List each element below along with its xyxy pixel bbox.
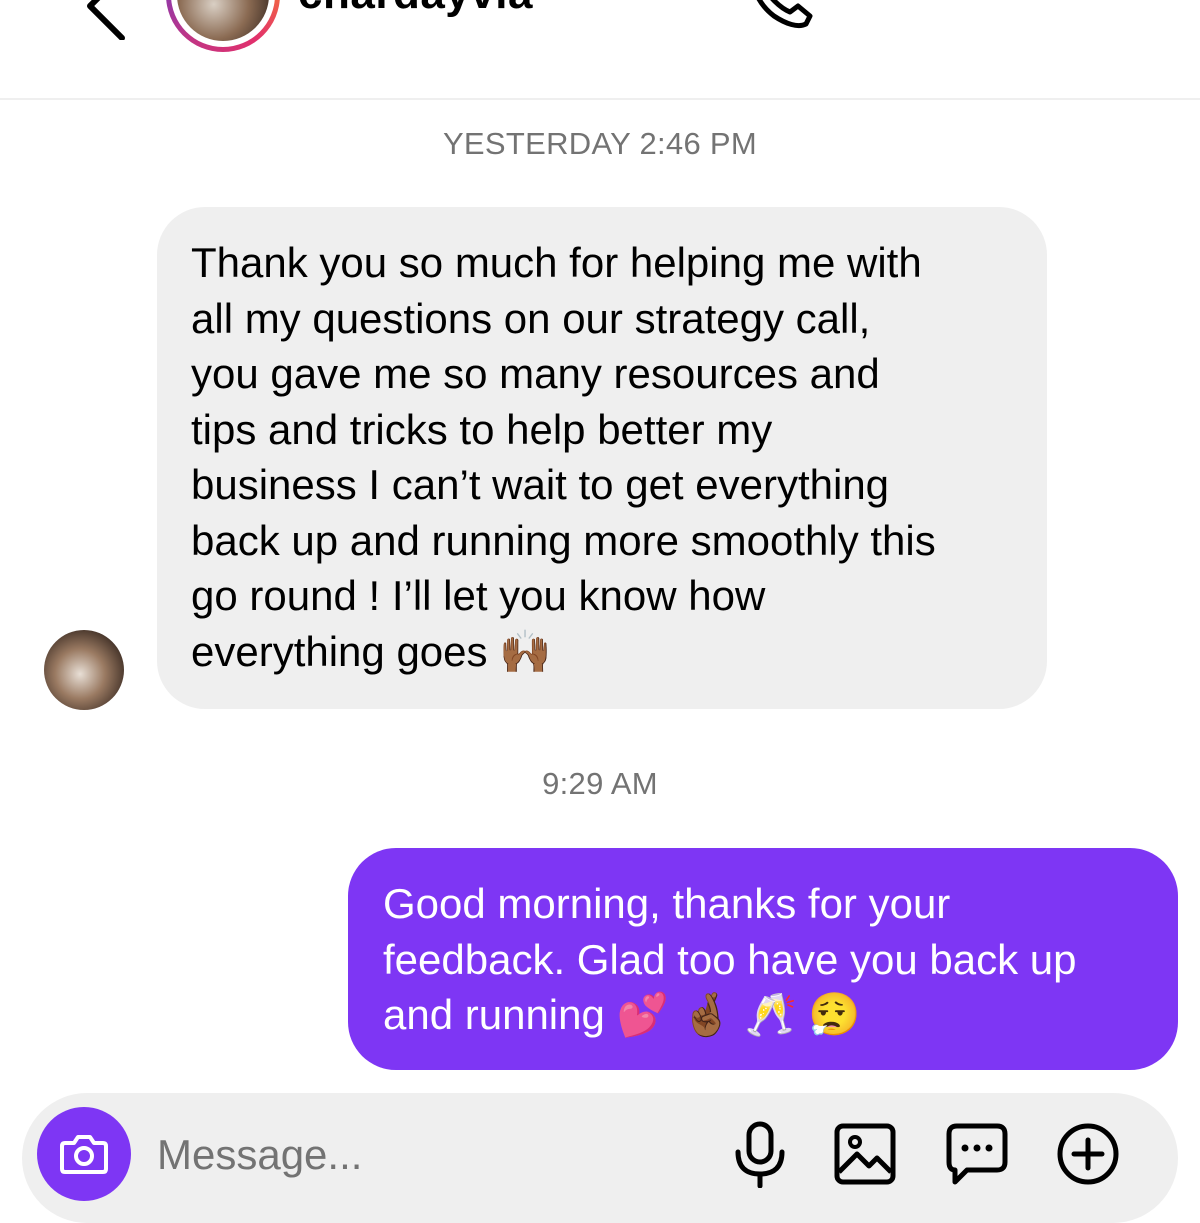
chat-header: chardayvia bbox=[0, 0, 1200, 100]
incoming-message-bubble[interactable]: Thank you so much for helping me with al… bbox=[157, 207, 1047, 709]
phone-icon[interactable] bbox=[740, 0, 820, 30]
camera-button[interactable] bbox=[37, 1107, 131, 1201]
camera-icon bbox=[60, 1135, 108, 1174]
sticker-chat-icon[interactable] bbox=[945, 1120, 1009, 1188]
plus-icon[interactable] bbox=[1056, 1120, 1120, 1188]
contact-avatar[interactable] bbox=[166, 0, 280, 52]
video-camera-icon[interactable] bbox=[890, 0, 970, 30]
back-chevron-icon[interactable] bbox=[70, 0, 140, 40]
sender-avatar[interactable] bbox=[44, 630, 124, 710]
outgoing-message-bubble[interactable]: Good morning, thanks for your feedback. … bbox=[348, 848, 1178, 1070]
contact-username[interactable]: chardayvia bbox=[298, 0, 533, 16]
timestamp-divider: 9:29 AM bbox=[542, 766, 658, 801]
gallery-icon[interactable] bbox=[833, 1120, 897, 1188]
tag-icon[interactable] bbox=[1058, 0, 1138, 30]
message-input[interactable] bbox=[157, 1127, 697, 1183]
microphone-icon[interactable] bbox=[728, 1120, 792, 1188]
timestamp-divider: YESTERDAY 2:46 PM bbox=[442, 126, 758, 161]
